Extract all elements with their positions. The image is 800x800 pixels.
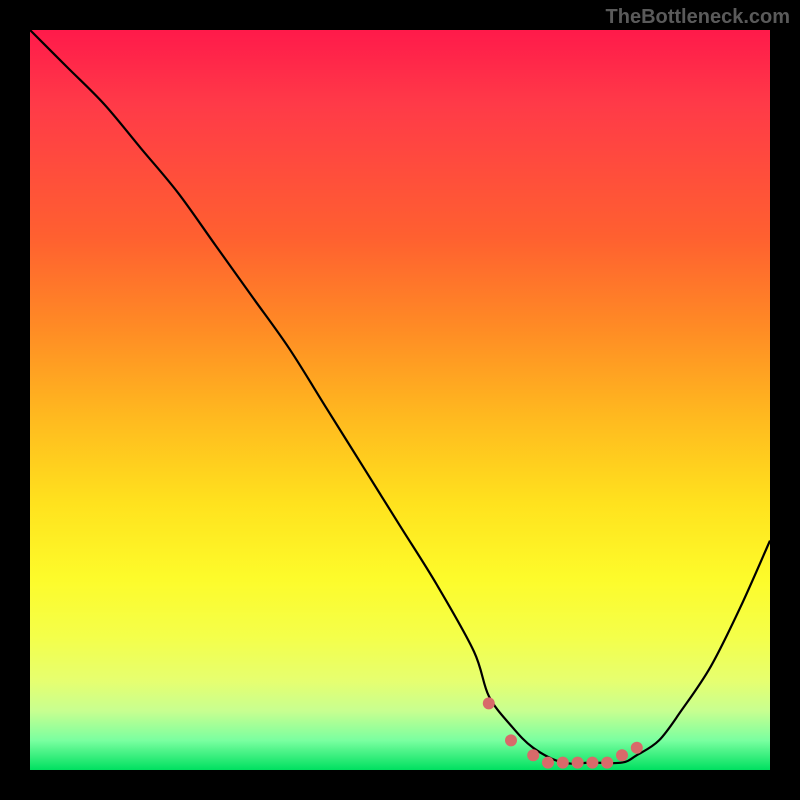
marker-dot: [631, 742, 643, 754]
curve-layer: [30, 30, 770, 770]
marker-dot: [586, 757, 598, 769]
marker-dot: [601, 757, 613, 769]
marker-dot: [572, 757, 584, 769]
marker-dot: [483, 697, 495, 709]
watermark-text: TheBottleneck.com: [606, 6, 790, 29]
marker-dot: [542, 757, 554, 769]
marker-dot: [505, 734, 517, 746]
marker-dot: [616, 749, 628, 761]
marker-dots: [483, 697, 643, 768]
marker-dot: [527, 749, 539, 761]
marker-dot: [557, 757, 569, 769]
bottleneck-curve: [30, 30, 770, 764]
plot-area: [30, 30, 770, 770]
